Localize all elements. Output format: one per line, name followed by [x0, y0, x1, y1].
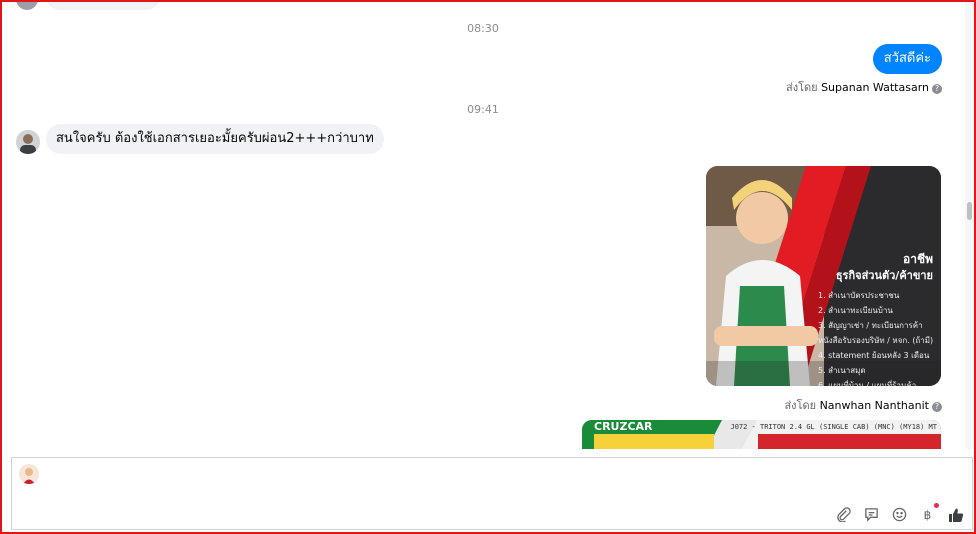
baht-glyph: ฿ — [923, 507, 932, 522]
notification-dot — [934, 503, 939, 508]
model-text: J072 - TRITON 2.4 GL (SINGLE CAB) (MNC) … — [730, 423, 937, 431]
banner-text: CRUZCAR — [594, 420, 653, 433]
shared-image-truck[interactable]: CRUZCAR J072 - TRITON 2.4 GL (SINGLE CAB… — [582, 420, 941, 449]
emoji-icon[interactable] — [891, 506, 908, 523]
sticker-icon[interactable] — [863, 506, 880, 523]
customer-avatar[interactable] — [16, 130, 40, 154]
avatar-photo — [16, 130, 40, 154]
thumbs-up-icon[interactable] — [947, 506, 964, 523]
list-item: 5. สำเนาสมุด — [818, 366, 866, 375]
agent-avatar — [19, 464, 39, 484]
sent-by-label: ส่งโดย Nanwhan Nanthanit? — [784, 396, 942, 414]
help-icon[interactable]: ? — [932, 84, 942, 94]
paperclip-icon[interactable] — [835, 506, 852, 523]
scrollbar[interactable] — [965, 2, 974, 449]
sent-by-prefix: ส่งโดย — [784, 399, 817, 412]
help-icon[interactable]: ? — [932, 402, 942, 412]
sender-name: Nanwhan Nanthanit — [819, 399, 929, 412]
scrollbar-thumb[interactable] — [967, 202, 972, 220]
list-item: 3. สัญญาเช่า / ทะเบียนการค้า — [818, 321, 923, 330]
card-heading-2: ธุรกิจส่วนตัว/ค้าขาย — [835, 269, 933, 282]
list-item: 2. สำเนาทะเบียนบ้าน — [818, 306, 893, 315]
sender-name: Supanan Wattasarn — [821, 81, 929, 94]
sent-by-prefix: ส่งโดย — [785, 81, 818, 94]
message-text: สนใจครับ ต้องใช้เอกสารเยอะมั้ยครับผ่อน2+… — [56, 131, 374, 146]
incoming-message-bubble[interactable]: สนใจครับ ต้องใช้เอกสารเยอะมั้ยครับผ่อน2+… — [46, 124, 384, 154]
message-text: สวัสดีค่ะ — [883, 51, 931, 66]
timestamp: 08:30 — [467, 22, 499, 35]
previous-message-bubble — [46, 2, 160, 10]
avatar-photo — [19, 464, 39, 484]
list-item: 6. แผนที่บ้าน / แผนที่ร้านค้า — [818, 381, 917, 386]
outgoing-message-bubble[interactable]: สวัสดีค่ะ — [872, 44, 942, 74]
document-list: 1. สำเนาบัตรประชาชน 2. สำเนาทะเบียนบ้าน … — [818, 288, 933, 386]
list-item: หนังสือรับรองบริษัท / หจก. (ถ้ามี) — [818, 336, 934, 345]
message-composer[interactable]: ฿ — [11, 457, 973, 530]
list-item: 4. statement ย้อนหลัง 3 เดือน — [818, 351, 930, 360]
chat-thread[interactable]: 08:30 สวัสดีค่ะ ส่งโดย Supanan Wattasarn… — [2, 2, 964, 449]
sent-by-label: ส่งโดย Supanan Wattasarn? — [786, 78, 942, 96]
timestamp: 09:41 — [467, 103, 499, 116]
avatar[interactable] — [16, 2, 38, 10]
shared-image-documents[interactable]: อาชีพ ธุรกิจส่วนตัว/ค้าขาย 1. สำเนาบัตรป… — [706, 166, 941, 386]
composer-tools: ฿ — [835, 503, 964, 523]
baht-icon[interactable]: ฿ — [919, 503, 939, 523]
list-item: 1. สำเนาบัตรประชาชน — [818, 291, 900, 300]
